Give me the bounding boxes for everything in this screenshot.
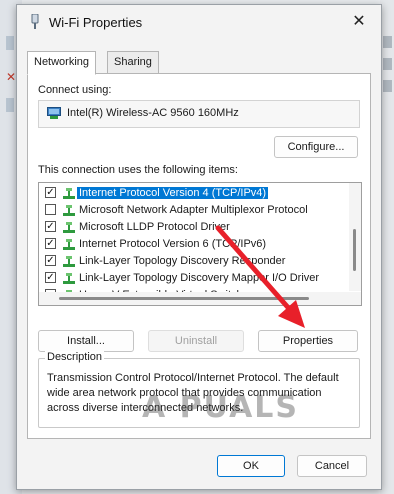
- protocol-icon: [63, 205, 75, 219]
- items-listbox[interactable]: ✓ Internet Protocol Version 4 (TCP/IPv4)…: [38, 182, 362, 306]
- list-item[interactable]: ✓ Link-Layer Topology Discovery Mapper I…: [39, 270, 347, 287]
- item-label: Microsoft LLDP Protocol Driver: [79, 221, 230, 233]
- list-item[interactable]: ✓ Internet Protocol Version 6 (TCP/IPv6): [39, 236, 347, 253]
- protocol-icon: [63, 188, 75, 202]
- checkbox[interactable]: [45, 204, 56, 215]
- item-label: Link-Layer Topology Discovery Mapper I/O…: [79, 272, 320, 284]
- background-item: [383, 80, 392, 92]
- networking-panel: Connect using: Intel(R) Wireless-AC 9560…: [27, 73, 371, 439]
- network-adapter-icon: [29, 13, 41, 33]
- network-card-icon: [47, 107, 61, 123]
- item-label: Internet Protocol Version 4 (TCP/IPv4): [77, 187, 269, 199]
- background-item: [383, 58, 392, 70]
- checkbox[interactable]: ✓: [45, 255, 56, 266]
- background-window-strip-right: [380, 0, 394, 494]
- checkbox[interactable]: ✓: [45, 221, 56, 232]
- list-item[interactable]: ✓ Microsoft LLDP Protocol Driver: [39, 219, 347, 236]
- list-item[interactable]: Microsoft Network Adapter Multiplexor Pr…: [39, 202, 347, 219]
- ok-button[interactable]: OK: [217, 455, 285, 477]
- configure-button[interactable]: Configure...: [274, 136, 358, 158]
- protocol-icon: [63, 273, 75, 287]
- checkbox[interactable]: ✓: [45, 238, 56, 249]
- adapter-field: Intel(R) Wireless-AC 9560 160MHz: [38, 100, 360, 128]
- title-bar[interactable]: Wi-Fi Properties ✕: [17, 5, 381, 39]
- scroll-thumb[interactable]: [59, 297, 309, 300]
- tab-networking[interactable]: Networking: [27, 51, 97, 75]
- checkbox[interactable]: ✓: [45, 272, 56, 283]
- adapter-name: Intel(R) Wireless-AC 9560 160MHz: [67, 107, 239, 119]
- list-item[interactable]: ✓ Internet Protocol Version 4 (TCP/IPv4): [39, 185, 347, 202]
- window-title: Wi-Fi Properties: [49, 15, 143, 30]
- protocol-icon: [63, 256, 75, 270]
- description-legend: Description: [45, 351, 105, 363]
- tab-sharing[interactable]: Sharing: [107, 51, 159, 74]
- item-label: Microsoft Network Adapter Multiplexor Pr…: [79, 204, 308, 216]
- checkbox[interactable]: ✓: [45, 187, 56, 198]
- background-item: [383, 36, 392, 48]
- uninstall-button[interactable]: Uninstall: [148, 330, 244, 352]
- protocol-icon: [63, 222, 75, 236]
- install-button[interactable]: Install...: [38, 330, 134, 352]
- protocol-icon: [63, 239, 75, 253]
- list-item[interactable]: ✓ Link-Layer Topology Discovery Responde…: [39, 253, 347, 270]
- scroll-thumb[interactable]: [353, 229, 356, 271]
- vertical-scrollbar[interactable]: [349, 183, 361, 291]
- items-label: This connection uses the following items…: [38, 164, 238, 176]
- item-label: Link-Layer Topology Discovery Responder: [79, 255, 286, 267]
- background-item: [6, 98, 14, 112]
- connect-using-label: Connect using:: [38, 84, 112, 96]
- background-item: [6, 36, 14, 50]
- close-icon[interactable]: ✕: [349, 12, 369, 32]
- cancel-button[interactable]: Cancel: [297, 455, 367, 477]
- watermark-logo: A PUALS: [142, 390, 300, 425]
- horizontal-scrollbar[interactable]: [39, 292, 361, 305]
- dialog-footer: OK Cancel: [17, 445, 381, 489]
- properties-button[interactable]: Properties: [258, 330, 358, 352]
- background-error-icon: ✕: [6, 70, 17, 84]
- item-label: Internet Protocol Version 6 (TCP/IPv6): [79, 238, 267, 250]
